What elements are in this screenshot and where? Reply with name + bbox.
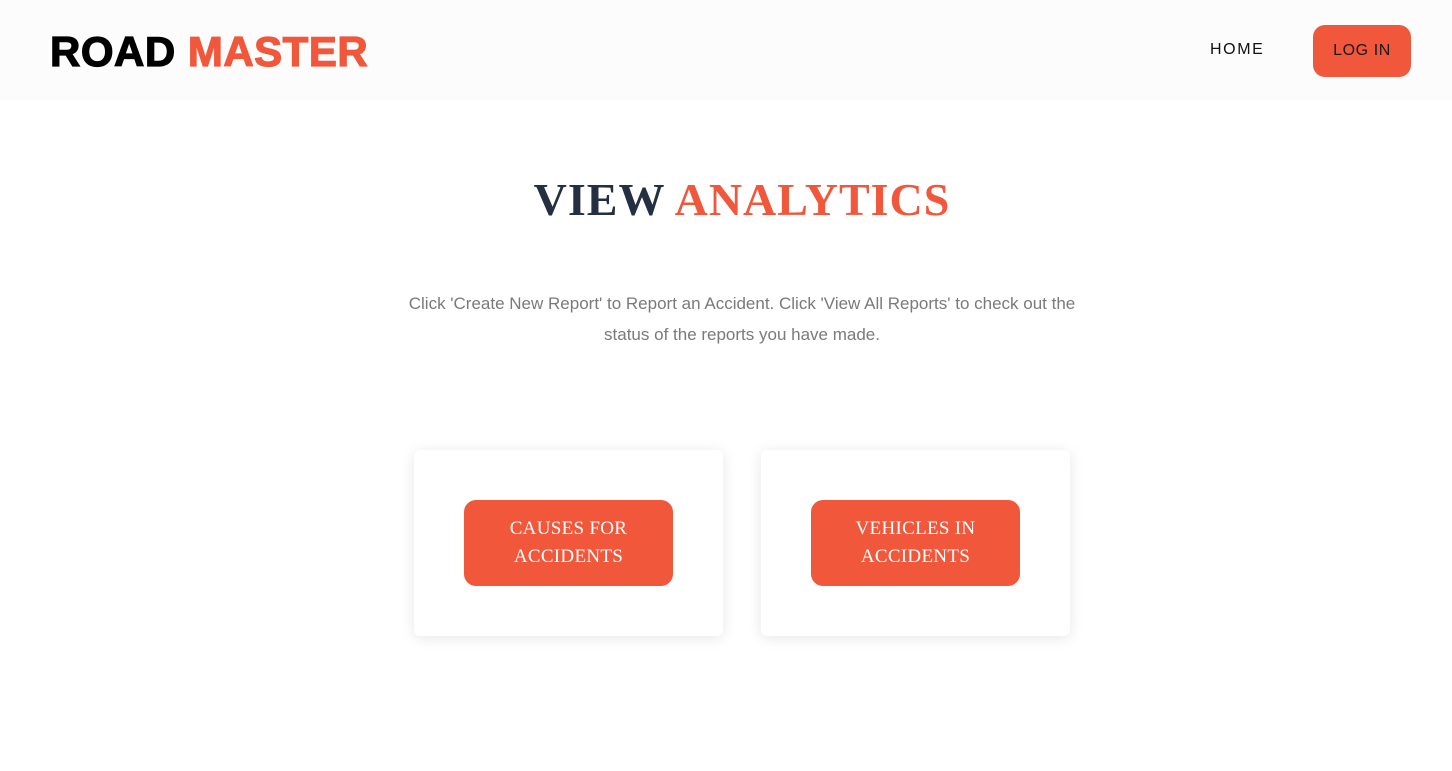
page-description: Click 'Create New Report' to Report an A… (408, 294, 1076, 344)
analytics-card-causes: CAUSES FOR ACCIDENTS (414, 450, 723, 636)
causes-for-accidents-button[interactable]: CAUSES FOR ACCIDENTS (464, 500, 673, 586)
vehicles-in-accidents-button[interactable]: VEHICLES IN ACCIDENTS (811, 500, 1020, 586)
brand-logo[interactable]: ROAD MASTER (49, 27, 369, 76)
login-button[interactable]: LOG IN (1313, 25, 1411, 77)
analytics-card-vehicles: VEHICLES IN ACCIDENTS (761, 450, 1070, 636)
page-title: VIEW ANALYTICS (0, 172, 1452, 228)
nav-home-link[interactable]: HOME (1210, 40, 1264, 60)
page-title-part1: VIEW (533, 174, 665, 225)
logo-word-road: ROAD (49, 27, 176, 75)
top-header: ROAD MASTER HOME LOG IN (0, 0, 1452, 100)
logo-word-master: MASTER (187, 27, 369, 75)
page-title-part2: ANALYTICS (674, 174, 951, 225)
